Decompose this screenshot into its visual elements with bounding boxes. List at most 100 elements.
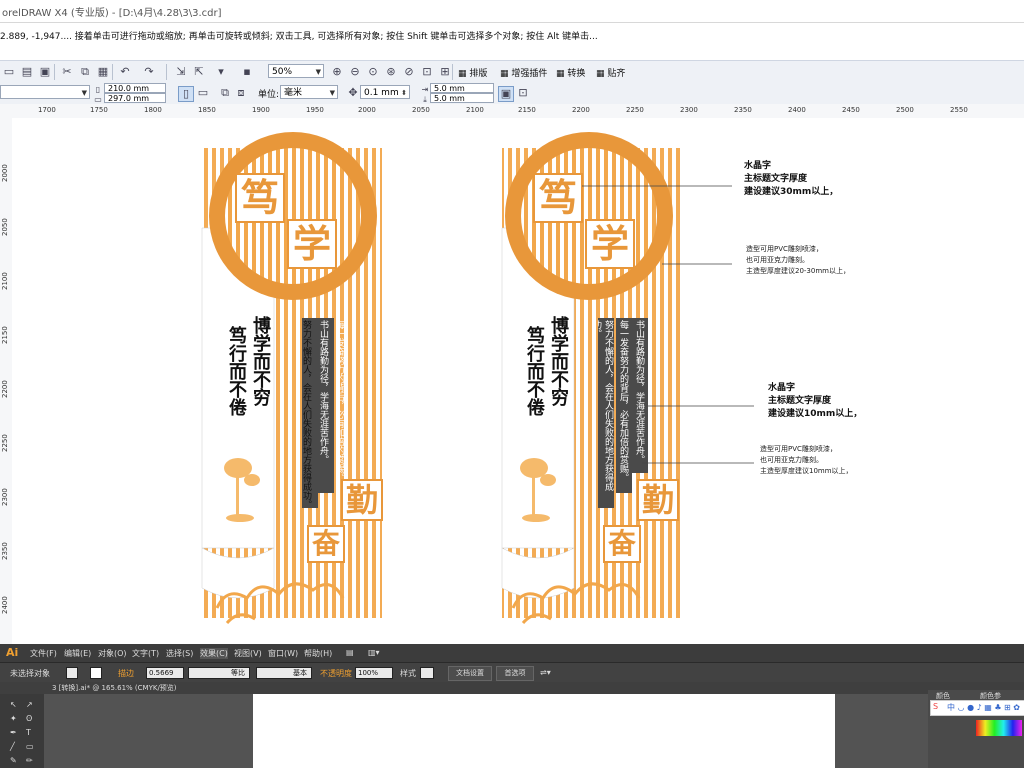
menu-file[interactable]: 文件(F) bbox=[30, 648, 57, 659]
plugin-button-layout[interactable]: ▦ 排版 bbox=[458, 66, 487, 79]
zoom-out-icon[interactable]: ⊖ bbox=[348, 65, 362, 79]
ruler-tick-label: 2050 bbox=[1, 218, 9, 236]
ruler-tick-label: 2450 bbox=[842, 106, 860, 114]
opacity-label[interactable]: 不透明度 bbox=[320, 668, 352, 679]
copy-icon[interactable]: ⧉ bbox=[78, 65, 92, 79]
menu-view[interactable]: 视图(V) bbox=[234, 648, 262, 659]
menu-edit[interactable]: 编辑(E) bbox=[64, 648, 91, 659]
ime-logo-icon[interactable]: S bbox=[933, 702, 938, 711]
zoom-all-icon[interactable]: ⊛ bbox=[384, 65, 398, 79]
selection-tool-icon[interactable]: ↖ bbox=[10, 700, 17, 709]
graphic-style-swatch[interactable] bbox=[420, 667, 434, 679]
nudge-distance-field[interactable]: 0.1 mm ⬍ bbox=[360, 85, 410, 99]
unit-select[interactable]: 毫米 ▼ bbox=[280, 85, 338, 99]
annotation-crystal-30: 水晶字 主标题文字厚度 建设建议30mm以上， bbox=[744, 161, 839, 197]
variable-width-profile[interactable]: 等比 bbox=[188, 667, 250, 679]
ruler-tick-label: 2200 bbox=[1, 380, 9, 398]
arrange-documents-icon[interactable]: ▥▾ bbox=[368, 648, 380, 657]
application-launcher-icon[interactable]: ▾ bbox=[214, 65, 228, 79]
pencil-tool-icon[interactable]: ✏ bbox=[26, 756, 33, 765]
current-page-icon[interactable]: ⧈ bbox=[234, 86, 248, 100]
ruler-tick-label: 2250 bbox=[626, 106, 644, 114]
zoom-width-icon[interactable]: ⊡ bbox=[420, 65, 434, 79]
color-spectrum[interactable] bbox=[976, 720, 1022, 736]
menu-effect[interactable]: 效果(C) bbox=[200, 648, 228, 659]
open-file-icon[interactable]: ▤ bbox=[20, 65, 34, 79]
all-pages-icon[interactable]: ⧉ bbox=[218, 86, 232, 100]
export-icon[interactable]: ⇱ bbox=[192, 65, 206, 79]
ruler-tick-label: 2150 bbox=[518, 106, 536, 114]
ruler-tick-label: 1900 bbox=[252, 106, 270, 114]
zoom-level-select[interactable]: 50% ▼ bbox=[268, 64, 324, 78]
ime-chinese-icon[interactable]: 中 ◡ ● ♪ ▦ ♣ ⊞ ✿ bbox=[947, 702, 1020, 713]
chevron-down-icon: ▼ bbox=[81, 89, 87, 97]
plugin-button-enhance[interactable]: ▦ 增强插件 bbox=[500, 66, 547, 79]
portrait-icon[interactable]: ▯ bbox=[178, 86, 194, 102]
pen-tool-icon[interactable]: ✒ bbox=[10, 728, 17, 737]
stroke-weight-field[interactable]: 0.5669 bbox=[146, 667, 184, 679]
stroke-label[interactable]: 描边 bbox=[118, 668, 134, 679]
zoom-page-icon[interactable]: ⊘ bbox=[402, 65, 416, 79]
treat-as-filled-icon[interactable]: ▣ bbox=[498, 86, 514, 102]
title-char-du: 笃 bbox=[240, 176, 279, 220]
direct-selection-tool-icon[interactable]: ↗ bbox=[26, 700, 33, 709]
cut-icon[interactable]: ✂ bbox=[60, 65, 74, 79]
document-tab[interactable]: 3 [转换].ai* @ 165.61% (CMYK/预览) bbox=[52, 683, 177, 693]
duplicate-x-field[interactable]: 5.0 mm bbox=[430, 83, 494, 93]
fill-swatch[interactable] bbox=[66, 667, 78, 679]
plugin-button-snap[interactable]: ▦ 贴齐 bbox=[596, 66, 625, 79]
toolbar-separator bbox=[166, 64, 167, 80]
stroke-swatch[interactable] bbox=[90, 667, 102, 679]
poem-line-2: 每一发奋努力的背后，必有加倍的赏赐。 bbox=[618, 320, 628, 482]
plugin-button-convert[interactable]: ▦ 转换 bbox=[556, 66, 585, 79]
width-icon: ▯ bbox=[95, 85, 101, 94]
panel-menu-icon[interactable]: ⇌▾ bbox=[540, 668, 551, 677]
paper-size-select[interactable]: ▼ bbox=[0, 85, 90, 99]
illustrator-logo: Ai bbox=[6, 646, 19, 659]
ruler-tick-label: 2500 bbox=[896, 106, 914, 114]
document-setup-button[interactable]: 文档设置 bbox=[448, 666, 492, 681]
brush-definition[interactable]: 基本 bbox=[256, 667, 312, 679]
title-char-du: 笃 bbox=[538, 176, 577, 220]
new-file-icon[interactable]: ▭ bbox=[2, 65, 16, 79]
toolbar-separator bbox=[452, 64, 453, 80]
menu-window[interactable]: 窗口(W) bbox=[268, 648, 298, 659]
undo-icon[interactable]: ↶ bbox=[118, 65, 132, 79]
line-tool-icon[interactable]: ╱ bbox=[10, 742, 15, 751]
artwork-svg bbox=[201, 132, 754, 625]
landscape-icon[interactable]: ▭ bbox=[196, 86, 210, 100]
chevron-down-icon: ▼ bbox=[329, 89, 335, 97]
paste-icon[interactable]: ▦ bbox=[96, 65, 110, 79]
zoom-in-icon[interactable]: ⊕ bbox=[330, 65, 344, 79]
type-tool-icon[interactable]: T bbox=[26, 728, 31, 737]
spinner-icon[interactable]: ⬍ bbox=[401, 86, 407, 100]
import-icon[interactable]: ⇲ bbox=[174, 65, 188, 79]
snap-objects-icon[interactable]: ⊡ bbox=[516, 86, 530, 100]
duplicate-y-icon: ⤓ bbox=[423, 95, 427, 104]
menu-object[interactable]: 对象(O) bbox=[98, 648, 127, 659]
magic-wand-icon[interactable]: ✦ bbox=[10, 714, 17, 723]
save-icon[interactable]: ▣ bbox=[38, 65, 52, 79]
rectangle-tool-icon[interactable]: ▭ bbox=[26, 742, 34, 751]
ruler-tick-label: 1850 bbox=[198, 106, 216, 114]
lasso-icon[interactable]: ʘ bbox=[26, 714, 32, 723]
duplicate-y-field[interactable]: 5.0 mm bbox=[430, 93, 494, 103]
menu-help[interactable]: 帮助(H) bbox=[304, 648, 332, 659]
preferences-button[interactable]: 首选项 bbox=[496, 666, 534, 681]
zoom-height-icon[interactable]: ⊞ bbox=[438, 65, 452, 79]
menu-select[interactable]: 选择(S) bbox=[166, 648, 193, 659]
opacity-field[interactable]: 100% bbox=[355, 667, 393, 679]
drawing-canvas[interactable]: 笃 学 博学而不穷 笃行而不倦 书山有路勤为径，学海无涯苦作舟。 每一发奋努力的… bbox=[12, 118, 1024, 644]
chevron-down-icon: ▼ bbox=[315, 68, 321, 76]
horizontal-ruler[interactable]: 1700 1750 1800 1850 1900 1950 2000 2050 … bbox=[0, 104, 1024, 119]
page-height-field[interactable]: 297.0 mm bbox=[104, 93, 166, 103]
brush-tool-icon[interactable]: ✎ bbox=[10, 756, 17, 765]
page-width-field[interactable]: 210.0 mm bbox=[104, 83, 166, 93]
redo-icon[interactable]: ↷ bbox=[142, 65, 156, 79]
bridge-icon[interactable]: ▤ bbox=[346, 648, 354, 657]
menu-type[interactable]: 文字(T) bbox=[132, 648, 159, 659]
welcome-screen-icon[interactable]: ▪ bbox=[240, 65, 254, 79]
zoom-selected-icon[interactable]: ⊙ bbox=[366, 65, 380, 79]
artboard[interactable] bbox=[253, 694, 835, 768]
stamp-char-qin: 勤 bbox=[641, 481, 674, 519]
